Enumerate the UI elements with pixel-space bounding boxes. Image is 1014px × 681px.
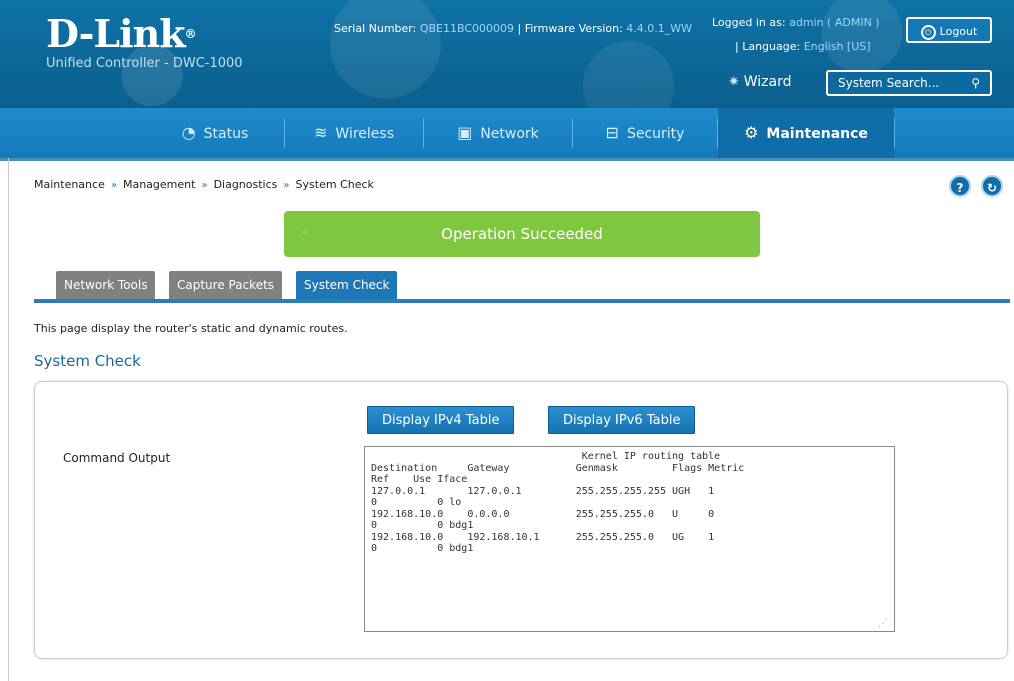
search-icon: ⚲ bbox=[971, 76, 980, 90]
resize-grip-icon[interactable]: ⋰ bbox=[878, 618, 888, 629]
nav-status[interactable]: ◔ Status bbox=[146, 108, 284, 158]
power-icon: ⏻ bbox=[920, 24, 936, 40]
gears-icon: ⚙ bbox=[744, 123, 759, 142]
display-ipv6-button[interactable]: Display IPv6 Table bbox=[548, 406, 696, 434]
tab-capture-packets[interactable]: Capture Packets bbox=[169, 271, 283, 299]
firmware-version: 4.4.0.1_WW bbox=[626, 22, 693, 35]
nav-maintenance[interactable]: ⚙ Maintenance bbox=[718, 108, 894, 158]
main-nav: ◔ Status ≋ Wireless ▣ Network ⊟ Security ⚙ Ma… bbox=[0, 108, 1014, 161]
breadcrumb-maintenance[interactable]: Maintenance bbox=[34, 178, 105, 191]
tab-network-tools[interactable]: Network Tools bbox=[56, 271, 156, 299]
logged-in-user: admin ( ADMIN ) bbox=[789, 16, 880, 29]
serial-firmware: Serial Number: QBE11BC000009 | Firmware … bbox=[334, 22, 693, 35]
nav-security[interactable]: ⊟ Security bbox=[573, 108, 717, 158]
tab-system-check[interactable]: System Check bbox=[296, 271, 398, 299]
language-selector[interactable]: | Language: English [US] bbox=[735, 40, 871, 53]
command-output-label: Command Output bbox=[63, 451, 171, 465]
header: D-Link® Unified Controller - DWC-1000 Se… bbox=[0, 0, 1014, 108]
login-info: Logged in as: admin ( ADMIN ) bbox=[712, 16, 880, 29]
wifi-icon: ≋ bbox=[314, 123, 328, 142]
monitor-icon: ▣ bbox=[457, 123, 473, 142]
bullet-icon: ◦ bbox=[302, 228, 308, 239]
breadcrumb-management[interactable]: Management bbox=[123, 178, 195, 191]
dlink-logo: D-Link® bbox=[46, 11, 197, 56]
section-title: System Check bbox=[34, 352, 141, 370]
serial-number: QBE11BC000009 bbox=[419, 22, 515, 35]
lock-icon: ⊟ bbox=[605, 123, 619, 142]
product-name: Unified Controller - DWC-1000 bbox=[46, 56, 243, 71]
logout-button[interactable]: ⏻ Logout bbox=[906, 17, 992, 43]
status-message: ◦ Operation Succeeded bbox=[284, 211, 760, 257]
page-description: This page display the router's static an… bbox=[34, 322, 348, 335]
display-ipv4-button[interactable]: Display IPv4 Table bbox=[367, 406, 515, 434]
wand-icon: ✷ bbox=[728, 74, 740, 90]
breadcrumb: Maintenance» Management» Diagnostics» Syste… bbox=[34, 178, 374, 191]
breadcrumb-diagnostics[interactable]: Diagnostics bbox=[214, 178, 278, 191]
nav-network[interactable]: ▣ Network bbox=[424, 108, 572, 158]
help-icon[interactable]: ? bbox=[949, 175, 971, 197]
command-output-textarea[interactable]: Kernel IP routing table Destination Gate… bbox=[364, 446, 895, 632]
system-search-input[interactable]: System Search... ⚲ bbox=[826, 70, 992, 96]
dashboard-icon: ◔ bbox=[181, 123, 196, 142]
wizard-link[interactable]: ✷ Wizard bbox=[728, 74, 791, 90]
refresh-icon[interactable]: ↻ bbox=[981, 175, 1003, 197]
breadcrumb-system-check: System Check bbox=[295, 178, 374, 191]
nav-wireless[interactable]: ≋ Wireless bbox=[285, 108, 423, 158]
